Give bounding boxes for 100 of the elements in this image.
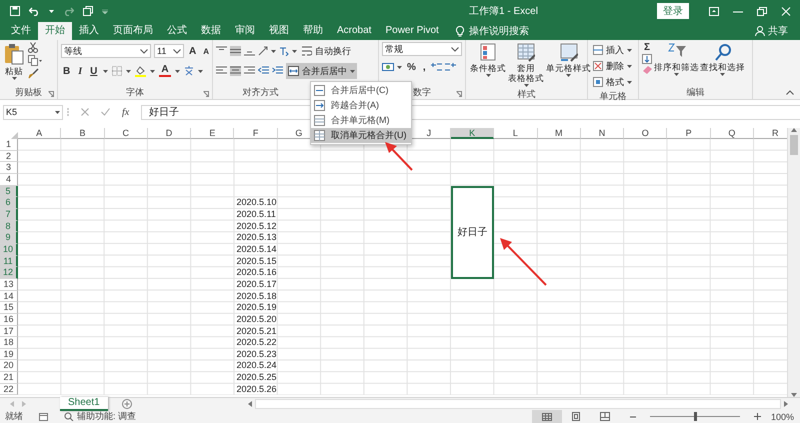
caret-icon[interactable] (674, 73, 679, 76)
row-header[interactable]: 13 (0, 278, 18, 291)
accessibility-icon[interactable] (64, 412, 74, 421)
italic-button[interactable]: I (76, 66, 84, 76)
row-header[interactable]: 21 (0, 372, 18, 384)
percent-button[interactable]: % (405, 62, 418, 72)
row-header[interactable]: 17 (0, 326, 18, 338)
caret-icon[interactable] (55, 110, 60, 114)
row-header[interactable]: 16 (0, 314, 18, 326)
copy-icon[interactable] (28, 55, 42, 66)
column-header[interactable]: P (667, 128, 711, 139)
caret-icon[interactable] (627, 80, 632, 84)
row-header[interactable]: 20 (0, 360, 18, 372)
menu-tab[interactable]: 审阅 (228, 22, 262, 40)
currency-icon[interactable] (382, 62, 394, 72)
font-name-dropdown[interactable]: 等线 (61, 44, 151, 58)
lightbulb-icon[interactable] (456, 26, 464, 36)
menu-tab[interactable]: 文件 (4, 22, 38, 40)
row-header[interactable]: 4 (0, 174, 18, 186)
column-header[interactable]: Q (710, 128, 754, 139)
undo-icon[interactable] (29, 6, 40, 16)
column-header[interactable]: R (754, 128, 788, 139)
horizontal-scrollbar[interactable] (255, 399, 781, 409)
text-direction-icon[interactable] (279, 46, 289, 56)
caret-icon[interactable] (292, 50, 297, 52)
sign-in-button[interactable]: 登录 (657, 3, 689, 19)
menu-tab[interactable]: Acrobat (330, 22, 378, 40)
increase-indent-icon[interactable] (272, 66, 283, 76)
bold-button[interactable]: B (61, 66, 72, 76)
caret-icon[interactable] (350, 70, 355, 72)
styles-button[interactable]: 单元格样式 (545, 42, 592, 88)
column-header[interactable]: L (494, 128, 538, 139)
caret-icon[interactable] (198, 70, 203, 72)
column-header[interactable]: F (234, 128, 278, 139)
caret-icon[interactable] (397, 66, 402, 68)
search-hint[interactable]: 操作说明搜索 (468, 24, 529, 38)
column-header[interactable]: D (148, 128, 192, 139)
autosum-button[interactable]: Σ (642, 42, 653, 53)
column-header[interactable]: A (18, 128, 62, 139)
menu-item[interactable]: 合并后居中(C) (311, 83, 411, 98)
caret-icon[interactable] (103, 70, 108, 72)
caret-icon[interactable] (524, 84, 528, 87)
row-header[interactable]: 8 (0, 220, 18, 232)
caret-icon[interactable] (627, 64, 632, 68)
row-header[interactable]: 14 (0, 290, 18, 302)
row-header[interactable]: 10 (0, 244, 18, 256)
brush-icon[interactable] (28, 68, 39, 79)
menu-tab[interactable]: 视图 (262, 22, 296, 40)
increase-decimal-icon[interactable] (430, 62, 442, 72)
editing-button[interactable]: 查找和选择 (700, 42, 745, 86)
menu-tab[interactable]: 插入 (72, 22, 106, 40)
number-format-dropdown[interactable]: 常规 (382, 42, 462, 56)
menu-tab[interactable]: Power Pivot (378, 22, 446, 40)
cells-button[interactable]: 插入 (591, 42, 634, 58)
row-header[interactable]: 11 (0, 256, 18, 268)
menu-tab[interactable]: 数据 (194, 22, 228, 40)
caret-icon[interactable] (566, 74, 571, 77)
launcher-icon[interactable] (456, 91, 462, 97)
page-break-icon[interactable] (600, 412, 610, 421)
column-header[interactable]: N (580, 128, 624, 139)
scroll-left-icon[interactable] (248, 401, 252, 407)
row-header[interactable]: 6 (0, 197, 18, 209)
caret-icon[interactable] (126, 70, 132, 72)
column-header[interactable]: O (624, 128, 668, 139)
row-header[interactable]: 15 (0, 302, 18, 314)
row-header[interactable]: 2 (0, 150, 18, 162)
chevron-icon[interactable] (140, 48, 148, 54)
menu-tab[interactable]: 页面布局 (106, 22, 160, 40)
window-icon[interactable] (83, 6, 93, 16)
caret-icon[interactable] (720, 73, 725, 76)
page-layout-icon[interactable] (572, 412, 580, 421)
scissors-icon[interactable] (28, 42, 38, 53)
align-left-icon[interactable] (216, 66, 227, 76)
row-header[interactable]: 19 (0, 348, 18, 360)
name-box[interactable]: K5 (3, 104, 63, 120)
customize-icon[interactable] (102, 8, 108, 14)
fill-down-icon[interactable] (642, 54, 652, 64)
grow-font-button[interactable]: A (187, 46, 198, 56)
close-icon[interactable] (781, 6, 791, 16)
caret-icon[interactable] (150, 70, 156, 72)
chevron-icon[interactable] (451, 46, 459, 52)
vertical-scrollbar[interactable] (787, 128, 800, 397)
row-header[interactable]: 12 (0, 267, 18, 279)
comma-button[interactable]: , (420, 62, 428, 72)
share-button[interactable]: 共享 (768, 24, 788, 38)
menu-tab[interactable]: 开始 (38, 22, 72, 40)
zoom-out-icon[interactable] (630, 414, 636, 420)
menu-tab[interactable]: 公式 (160, 22, 194, 40)
zoom-level[interactable]: 100% (770, 412, 794, 422)
scroll-right-icon[interactable] (784, 401, 788, 407)
borders-icon[interactable] (112, 66, 122, 76)
align-middle-icon[interactable] (230, 46, 241, 56)
editing-button[interactable]: 排序和筛选 (654, 42, 699, 86)
row-header[interactable]: 3 (0, 162, 18, 174)
column-header[interactable]: K (450, 128, 494, 139)
row-header[interactable]: 1 (0, 139, 18, 151)
launcher-icon[interactable] (203, 91, 209, 97)
add-sheet-icon[interactable] (122, 399, 132, 409)
caret-icon[interactable] (12, 77, 16, 80)
fill-color-icon[interactable] (135, 66, 146, 76)
